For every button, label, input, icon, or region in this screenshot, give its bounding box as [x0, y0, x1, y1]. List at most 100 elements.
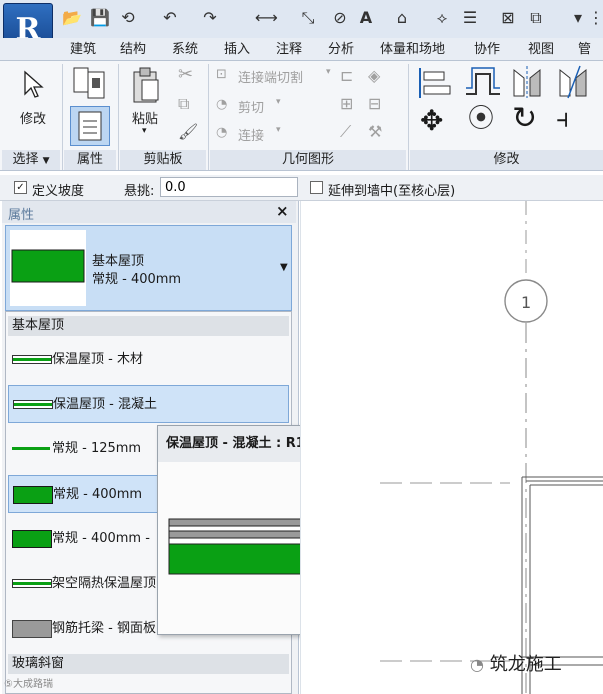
ribbon-separator — [62, 64, 63, 170]
cut-icon[interactable]: ✂ — [178, 64, 193, 85]
swatch-icon — [13, 400, 53, 409]
geometry-group-label: 几何图形 — [210, 150, 406, 170]
redo-icon[interactable]: ↷ — [200, 8, 220, 28]
tab-analyze[interactable]: 分析 — [328, 40, 354, 60]
tab-annotate[interactable]: 注释 — [276, 40, 302, 60]
type-properties-icon — [73, 67, 105, 99]
paste-dropdown-icon[interactable]: ▾ — [142, 126, 147, 136]
switch-windows-icon[interactable]: ⧉ — [526, 8, 546, 28]
extend-into-wall-label: 延伸到墙中(至核心层) — [328, 184, 456, 199]
join-cut-label[interactable]: 连接端切割 — [238, 67, 303, 86]
properties-toggle-button[interactable] — [70, 106, 110, 146]
paint-icon[interactable]: ⊞ — [340, 94, 353, 113]
rotate-icon[interactable]: ↻ — [512, 102, 537, 136]
open-icon[interactable]: 📂 — [62, 8, 82, 28]
sync-icon[interactable]: ⟲ — [118, 8, 138, 28]
customize-qat-icon[interactable]: ▾ — [568, 8, 588, 28]
properties-group-label: 属性 — [64, 150, 116, 170]
cut-dropdown-icon[interactable]: ▾ — [276, 97, 281, 107]
wall-joins-icon[interactable]: ⊏ — [340, 66, 353, 85]
properties-title: 属性 — [8, 208, 35, 223]
swatch-icon — [12, 620, 52, 638]
extend-into-wall-checkbox[interactable] — [310, 181, 323, 194]
trim-extend-icon[interactable]: ⫞ — [556, 104, 569, 134]
qat-more-icon[interactable]: ⋮ — [586, 8, 603, 28]
hammer-icon[interactable]: ⚒ — [368, 122, 382, 141]
ribbon-separator — [208, 64, 209, 170]
swatch-icon — [12, 355, 52, 364]
text-icon[interactable]: A — [356, 8, 376, 28]
mirror-draw-axis-icon[interactable] — [556, 64, 592, 100]
modify-button[interactable]: 修改 — [6, 64, 58, 148]
match-properties-icon[interactable]: 🖌 — [178, 122, 198, 141]
copy-icon[interactable]: ⧉ — [178, 94, 189, 114]
list-item-label: 常规 - 125mm — [52, 441, 142, 456]
watermark-label: 筑龙施工 — [489, 654, 562, 675]
define-slope-checkbox[interactable]: ✓ — [14, 181, 27, 194]
tab-structure[interactable]: 结构 — [120, 40, 146, 60]
copy-element-icon[interactable]: ⦿ — [468, 104, 494, 134]
paste-button[interactable]: 粘贴 ▾ — [126, 64, 166, 148]
tab-manage[interactable]: 管理 — [578, 40, 603, 77]
canvas-drawing — [300, 201, 603, 694]
tab-insert[interactable]: 插入 — [224, 40, 250, 60]
swatch-icon — [12, 579, 52, 588]
list-item-selected[interactable]: 保温屋顶 - 混凝土 — [8, 385, 289, 423]
3d-view-icon[interactable]: ⌂ — [392, 8, 412, 28]
select-dropdown-icon[interactable]: ▼ — [43, 156, 50, 166]
undo-icon[interactable]: ↶ — [160, 8, 180, 28]
list-item-label: 常规 - 400mm — [53, 487, 143, 502]
measure-icon[interactable]: ⟷ — [255, 8, 278, 28]
swatch-icon — [12, 530, 52, 548]
properties-palette-icon — [78, 111, 102, 141]
move-icon[interactable]: ✥ — [420, 106, 443, 136]
demolish-icon[interactable]: ⟋ — [340, 122, 351, 142]
type-preview-icon — [10, 230, 86, 306]
tag-icon[interactable]: ⊘ — [330, 8, 350, 28]
align-icon[interactable] — [416, 66, 452, 100]
section-icon[interactable]: ⟡ — [432, 8, 452, 28]
thin-lines-icon[interactable]: ☰ — [460, 8, 480, 28]
save-icon[interactable]: 💾 — [90, 8, 110, 28]
paste-label: 粘贴 — [132, 112, 159, 127]
mirror-pick-axis-icon[interactable] — [510, 64, 546, 100]
offset-icon[interactable] — [464, 66, 502, 100]
tab-massing-site[interactable]: 体量和场地 — [380, 40, 445, 60]
type-selector[interactable]: 基本屋顶 常规 - 400mm ▼ — [5, 225, 292, 311]
chevron-down-icon[interactable]: ▼ — [280, 262, 288, 273]
cut-geometry-label[interactable]: 剪切 — [238, 97, 264, 116]
tab-architecture[interactable]: 建筑 — [70, 40, 96, 60]
dimension-icon[interactable]: ⤡ — [298, 8, 318, 28]
select-group-label[interactable]: 选择 ▼ — [2, 150, 60, 170]
cut-geometry-icon[interactable]: ◔ — [216, 97, 227, 112]
swatch-icon — [12, 447, 50, 450]
tab-systems[interactable]: 系统 — [172, 40, 198, 60]
select-group-text: 选择 — [12, 152, 39, 167]
roof-layers-preview — [168, 518, 320, 575]
close-icon[interactable]: × — [276, 202, 289, 220]
close-hidden-icon[interactable]: ⊠ — [498, 8, 518, 28]
grid-bubble-label: 1 — [521, 293, 532, 312]
drawing-canvas[interactable]: 1 — [300, 201, 603, 694]
type-properties-button[interactable] — [68, 64, 112, 104]
type-name: 常规 - 400mm — [92, 272, 182, 287]
join-geometry-icon[interactable]: ◔ — [216, 125, 227, 140]
list-item-label: 保温屋顶 - 木材 — [52, 352, 143, 367]
split-face-icon[interactable]: ◈ — [368, 66, 380, 85]
join-geometry-label[interactable]: 连接 — [238, 125, 264, 144]
clipboard-icon — [133, 67, 159, 103]
modify-group-label: 修改 — [410, 150, 603, 170]
tab-view[interactable]: 视图 — [528, 40, 554, 60]
list-item-label: 常规 - 400mm - — [52, 531, 150, 546]
join-dropdown-icon[interactable]: ▾ — [276, 125, 281, 135]
watermark-text: ◔ 筑龙施工 — [470, 650, 562, 676]
cut-join-icon[interactable]: ⊡ — [216, 67, 227, 82]
list-item[interactable]: 保温屋顶 - 木材 — [8, 341, 289, 379]
watermark-small: ⑤大成路瑞 — [4, 679, 53, 690]
tab-collaborate[interactable]: 协作 — [474, 40, 500, 60]
ribbon-separator — [408, 64, 409, 170]
ribbon-separator — [118, 64, 119, 170]
overhang-input[interactable] — [160, 177, 298, 197]
remove-paint-icon[interactable]: ⊟ — [368, 94, 381, 113]
join-cut-dropdown-icon[interactable]: ▾ — [326, 67, 331, 77]
